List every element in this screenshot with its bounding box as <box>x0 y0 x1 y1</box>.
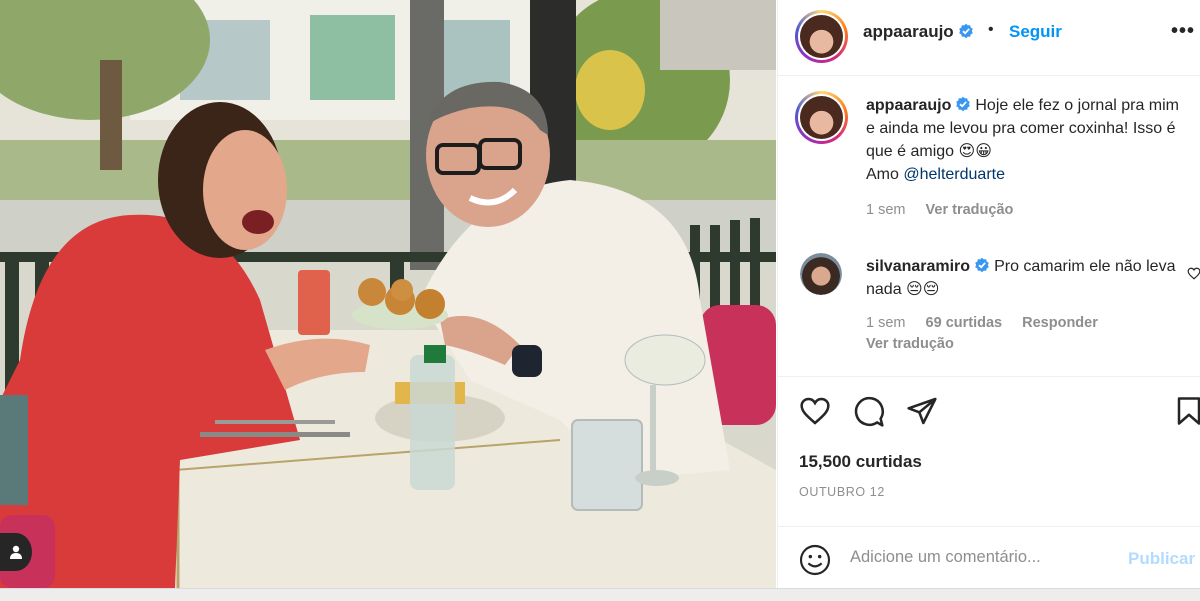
verified-badge-icon <box>975 257 989 273</box>
mention-link[interactable]: @helterduarte <box>903 166 1005 183</box>
likes-count[interactable]: 15,500 curtidas <box>799 452 922 472</box>
reply-text-block: silvanaramiro Pro camarim ele não leva na… <box>866 255 1176 301</box>
caption-translate-link[interactable]: Ver tradução <box>926 202 1014 218</box>
reply-button[interactable]: Responder <box>1022 315 1098 331</box>
publish-button[interactable]: Publicar <box>1128 549 1195 569</box>
reply-likes[interactable]: 69 curtidas <box>926 315 1003 331</box>
user-tag-icon[interactable] <box>0 533 32 571</box>
separator-dot: • <box>988 21 994 38</box>
heart-icon[interactable] <box>799 396 831 426</box>
post-side-panel: appaaraujo • Seguir ••• appaaraujo Hoje e… <box>777 0 1200 588</box>
bookmark-icon[interactable] <box>1176 396 1200 426</box>
author-avatar[interactable] <box>795 10 848 63</box>
reply-time[interactable]: 1 sem <box>866 315 906 331</box>
paper-plane-icon[interactable] <box>906 396 938 426</box>
follow-button[interactable]: Seguir <box>1009 22 1062 42</box>
comment-composer: Publicar <box>778 526 1200 588</box>
author-username-text[interactable]: appaaraujo <box>863 22 954 41</box>
author-username[interactable]: appaaraujo <box>863 22 974 42</box>
reply-avatar[interactable] <box>800 253 842 295</box>
post-date: OUTUBRO 12 <box>799 485 885 499</box>
reply-translate: Ver tradução <box>866 336 970 352</box>
caption-avatar[interactable] <box>795 91 848 144</box>
post-header: appaaraujo • Seguir ••• <box>778 0 1200 76</box>
restaurant-photo <box>0 0 776 588</box>
caption-username[interactable]: appaaraujo <box>866 97 951 114</box>
window-bottom-edge <box>0 588 1200 601</box>
caption-text-line2: Amo <box>866 166 899 183</box>
caption-text-block: appaaraujo Hoje ele fez o jornal pra mim … <box>866 94 1186 186</box>
comment-icon[interactable] <box>853 396 885 428</box>
reply-username[interactable]: silvanaramiro <box>866 258 970 275</box>
comment-input[interactable] <box>848 547 1122 568</box>
reply-translate-link[interactable]: Ver tradução <box>866 336 954 352</box>
verified-badge-icon <box>956 96 971 112</box>
caption-meta: 1 sem Ver tradução <box>866 202 1029 218</box>
post-actions: 15,500 curtidas OUTUBRO 12 <box>778 376 1200 526</box>
caption-time[interactable]: 1 sem <box>866 202 906 218</box>
comment-like-heart-icon[interactable] <box>1187 267 1200 280</box>
more-options-icon[interactable]: ••• <box>1171 20 1195 43</box>
post-photo[interactable] <box>0 0 776 588</box>
user-icon <box>10 545 22 559</box>
verified-badge-icon <box>958 23 973 39</box>
reply-meta: 1 sem 69 curtidas Responder <box>866 315 1114 331</box>
smiley-icon[interactable] <box>799 544 831 576</box>
